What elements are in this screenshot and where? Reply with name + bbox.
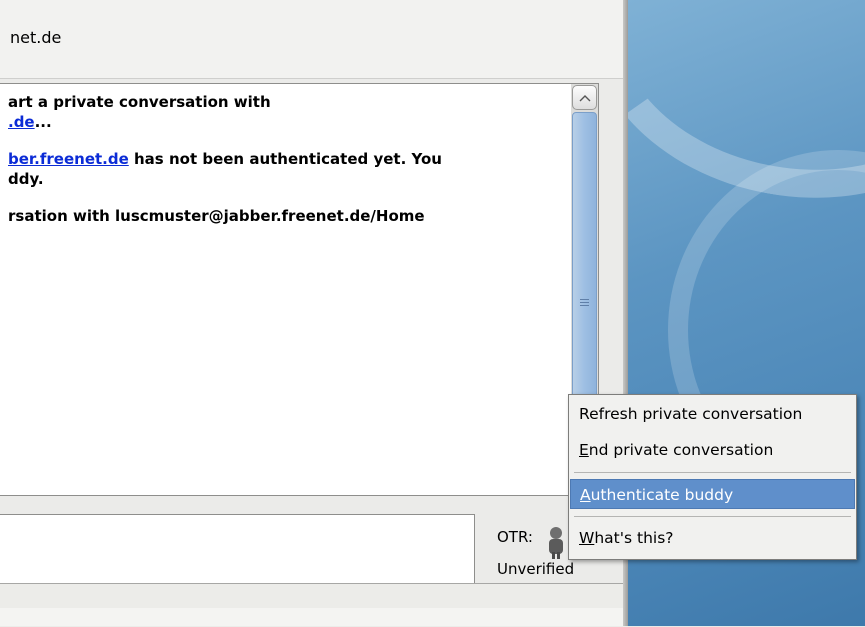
menu-item-refresh-private-conversation[interactable]: Refresh private conversation bbox=[570, 399, 855, 429]
grip-icon bbox=[580, 299, 589, 307]
buddy-link[interactable]: ber.freenet.de bbox=[8, 150, 129, 168]
chevron-up-icon bbox=[579, 94, 590, 101]
menu-item-whats-this[interactable]: What's this? bbox=[570, 523, 855, 553]
conversation-view: art a private conversation with .de... b… bbox=[0, 83, 599, 496]
conversation-header: net.de bbox=[0, 0, 623, 79]
window-bottom-strip bbox=[0, 608, 628, 626]
message-line: ddy. bbox=[8, 170, 44, 188]
message-line: ber.freenet.de has not been authenticate… bbox=[8, 150, 442, 168]
menu-item-authenticate-buddy[interactable]: Authenticate buddy bbox=[570, 479, 855, 509]
buddy-name: net.de bbox=[10, 28, 62, 47]
message-line: art a private conversation with bbox=[8, 93, 271, 111]
otr-label: OTR: bbox=[497, 528, 533, 546]
chat-window: net.de art a private conversation with .… bbox=[0, 0, 628, 627]
menu-separator bbox=[574, 516, 851, 517]
menu-item-end-private-conversation[interactable]: End private conversation bbox=[570, 435, 855, 465]
message-line: .de... bbox=[8, 113, 52, 131]
otr-status: Unverified bbox=[497, 560, 575, 578]
message-line: rsation with luscmuster@jabber.freenet.d… bbox=[8, 207, 425, 225]
otr-context-menu: Refresh private conversation End private… bbox=[568, 394, 857, 560]
otr-person-icon[interactable] bbox=[544, 526, 568, 560]
buddy-link[interactable]: .de bbox=[8, 113, 35, 131]
menu-separator bbox=[574, 472, 851, 473]
scroll-up-button[interactable] bbox=[572, 85, 597, 110]
message-input[interactable] bbox=[0, 514, 475, 587]
